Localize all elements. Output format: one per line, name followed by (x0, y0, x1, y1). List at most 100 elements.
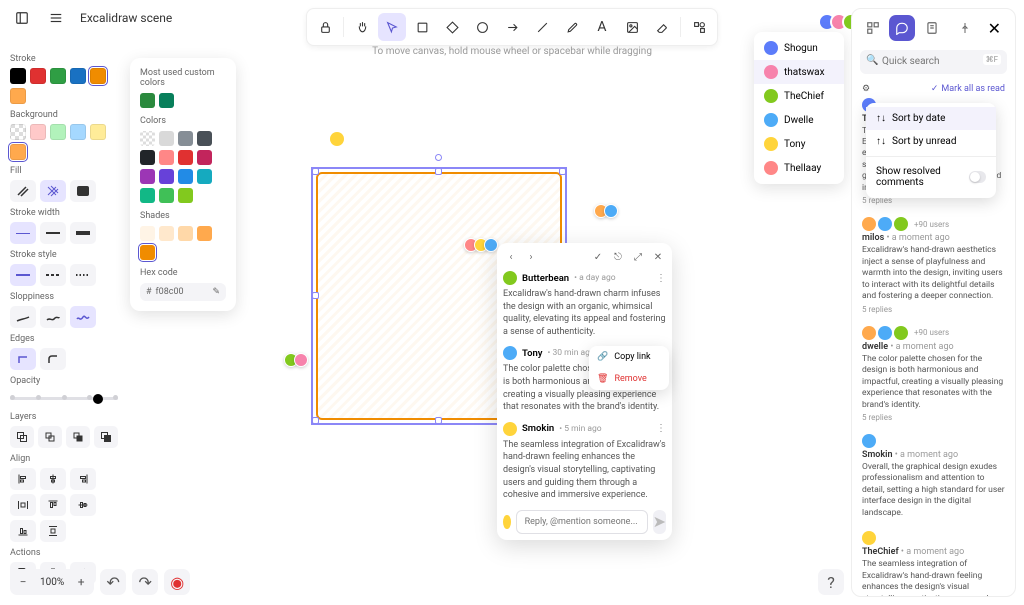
color-swatch[interactable] (159, 131, 174, 146)
tab-notes[interactable] (919, 15, 944, 41)
edge-sharp[interactable] (10, 348, 36, 370)
bring-to-front[interactable] (94, 426, 118, 448)
slop-artist[interactable] (40, 306, 66, 328)
prev-thread[interactable]: ‹ (503, 249, 519, 265)
stroke-color-swatch[interactable] (90, 68, 106, 84)
align-top[interactable] (40, 494, 66, 516)
image-tool[interactable] (618, 13, 646, 41)
align-left[interactable] (10, 468, 36, 490)
zoom-out[interactable]: − (12, 571, 34, 593)
thread-close-icon[interactable]: ✕ (650, 249, 666, 265)
color-swatch[interactable] (178, 188, 193, 203)
color-swatch[interactable] (140, 131, 155, 146)
bg-color-swatch[interactable] (70, 124, 86, 140)
tab-comments[interactable] (889, 15, 914, 41)
comment-thread[interactable]: +90 usersdwelle • a moment agoThe color … (862, 326, 1005, 422)
lock-tool[interactable] (311, 13, 339, 41)
color-swatch[interactable] (178, 131, 193, 146)
ctx-copy-link[interactable]: 🔗Copy link (589, 346, 669, 368)
color-swatch[interactable] (159, 150, 174, 165)
zoom-in[interactable]: + (70, 571, 92, 593)
collaborator-row[interactable]: Tony (754, 132, 844, 156)
next-thread[interactable]: › (523, 249, 539, 265)
slop-cartoon[interactable] (70, 306, 96, 328)
bg-color-swatch[interactable] (30, 124, 46, 140)
align-vcenter[interactable] (70, 494, 96, 516)
bg-color-swatch[interactable] (10, 124, 26, 140)
bring-forward[interactable] (66, 426, 90, 448)
shade-swatch[interactable] (178, 226, 193, 241)
shapes-library[interactable] (685, 13, 713, 41)
eraser-tool[interactable] (648, 13, 676, 41)
undo-button[interactable]: ↶ (100, 569, 126, 595)
resize-handle-tl[interactable] (312, 168, 319, 175)
shade-swatch[interactable] (140, 226, 155, 241)
hand-tool[interactable] (348, 13, 376, 41)
reply-input[interactable] (516, 510, 648, 534)
mark-all-read[interactable]: ✓ Mark all as read (931, 84, 1005, 94)
record-button[interactable]: ◉ (164, 569, 190, 595)
color-swatch[interactable] (159, 93, 174, 108)
fill-solid[interactable] (70, 180, 96, 202)
stroke-dashed[interactable] (40, 264, 66, 286)
hex-input[interactable]: #f08c00 ✎ (140, 283, 226, 301)
rectangle-tool[interactable] (408, 13, 436, 41)
rotate-handle[interactable] (435, 154, 442, 161)
ellipse-tool[interactable] (468, 13, 496, 41)
slop-architect[interactable] (10, 306, 36, 328)
collaborator-row[interactable]: Dwelle (754, 108, 844, 132)
comment-thread[interactable]: Smokin • a moment agoOverall, the graphi… (862, 434, 1005, 519)
opacity-slider[interactable] (10, 390, 118, 406)
color-swatch[interactable] (197, 150, 212, 165)
color-swatch[interactable] (178, 150, 193, 165)
stroke-color-swatch[interactable] (50, 68, 66, 84)
zoom-value[interactable]: 100% (34, 577, 70, 588)
edge-round[interactable] (40, 348, 66, 370)
thread-resolve-icon[interactable]: ✓ (590, 249, 606, 265)
select-tool[interactable] (378, 13, 406, 41)
toggle[interactable] (969, 171, 986, 183)
stroke-thick[interactable] (70, 222, 96, 244)
stroke-color-swatch[interactable] (30, 68, 46, 84)
fill-cross[interactable] (40, 180, 66, 202)
filter-icon[interactable]: ⚙ (862, 84, 870, 94)
diamond-tool[interactable] (438, 13, 466, 41)
color-swatch[interactable] (140, 169, 155, 184)
bg-color-swatch[interactable] (90, 124, 106, 140)
collaborator-row[interactable]: TheChief (754, 84, 844, 108)
shade-swatch[interactable] (159, 226, 174, 241)
resize-handle-ml[interactable] (312, 292, 319, 299)
show-resolved-toggle[interactable]: Show resolved comments (866, 160, 996, 194)
color-swatch[interactable] (140, 150, 155, 165)
thread-expand-icon[interactable]: ⤢ (630, 249, 646, 265)
stroke-dotted[interactable] (70, 264, 96, 286)
send-to-back[interactable] (10, 426, 34, 448)
redo-button[interactable]: ↷ (132, 569, 158, 595)
color-swatch[interactable] (159, 188, 174, 203)
color-swatch[interactable] (140, 93, 155, 108)
text-tool[interactable]: A (588, 13, 616, 41)
stroke-thin[interactable] (10, 222, 36, 244)
ctx-remove[interactable]: 🗑Remove (589, 368, 669, 390)
align-hcenter[interactable] (40, 468, 66, 490)
draw-tool[interactable] (558, 13, 586, 41)
collaborator-row[interactable]: Shogun (754, 36, 844, 60)
color-swatch[interactable] (197, 131, 212, 146)
thread-link-icon[interactable]: ⎋ (610, 249, 626, 265)
resize-handle-tr[interactable] (559, 168, 566, 175)
tab-library[interactable] (860, 15, 885, 41)
send-backward[interactable] (38, 426, 62, 448)
align-bottom[interactable] (10, 520, 36, 542)
dist-v[interactable] (40, 520, 66, 542)
sort-by-date[interactable]: ↑↓Sort by date (866, 107, 996, 130)
stroke-med[interactable] (40, 222, 66, 244)
line-tool[interactable] (528, 13, 556, 41)
collaborator-row[interactable]: thatswax (754, 60, 844, 84)
resize-handle-tm[interactable] (435, 168, 442, 175)
message-more-icon[interactable]: ⋮ (656, 273, 666, 284)
sort-by-unread[interactable]: ↑↓Sort by unread (866, 130, 996, 153)
arrow-tool[interactable] (498, 13, 526, 41)
color-swatch[interactable] (140, 188, 155, 203)
bg-color-swatch[interactable] (50, 124, 66, 140)
comment-pill[interactable] (464, 238, 498, 252)
